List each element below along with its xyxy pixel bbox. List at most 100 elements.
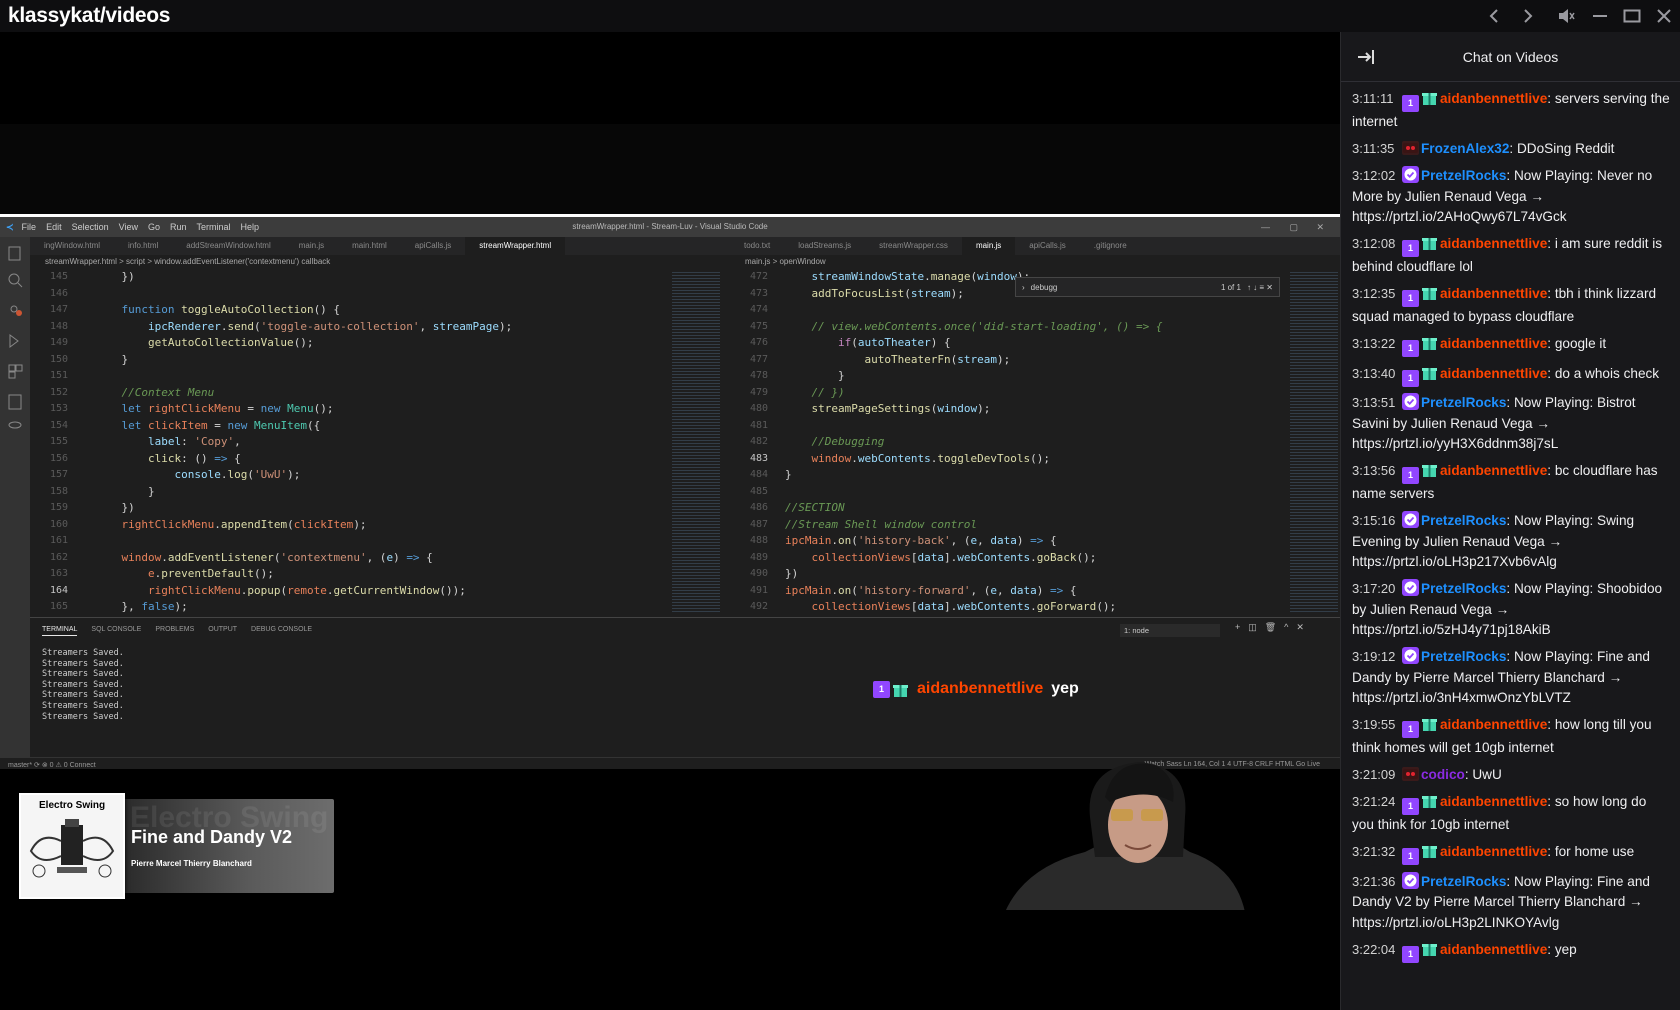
find-query: debugg [1030, 282, 1058, 292]
chat-username[interactable]: aidanbennettlive [1440, 844, 1547, 859]
left-editor-tabs: ingWindow.html info.html addStreamWindow… [30, 237, 730, 255]
editor-tab: apiCalls.js [1029, 241, 1066, 250]
subscriber-badge-icon: 1 [1402, 290, 1419, 307]
chat-text: : for home use [1547, 844, 1635, 859]
collapse-chat-icon[interactable] [1355, 46, 1377, 68]
tab-debug-console: DEBUG CONSOLE [251, 626, 313, 633]
chat-username[interactable]: aidanbennettlive [1440, 236, 1547, 251]
chat-message: 3:13:56 1 aidanbennettlive: bc cloudflare … [1352, 461, 1670, 505]
editor-tab: info.html [128, 241, 159, 250]
menu-go: Go [147, 222, 160, 232]
forward-icon[interactable] [1512, 0, 1544, 32]
chat-username[interactable]: PretzelRocks [1421, 581, 1506, 596]
gift-badge-icon [1422, 943, 1437, 956]
gift-badge-icon [1422, 288, 1437, 300]
chat-username[interactable]: aidanbennettlive [1440, 286, 1547, 301]
menu-run: Run [169, 222, 187, 232]
chat-username[interactable]: aidanbennettlive [1440, 336, 1547, 351]
editor-tab: todo.txt [744, 241, 771, 250]
menu-help: Help [240, 222, 260, 232]
chat-text: : DDoSing Reddit [1509, 141, 1615, 156]
chat-timestamp: 3:12:35 [1352, 286, 1396, 301]
webcam-feed [1005, 762, 1245, 912]
chat-username[interactable]: PretzelRocks [1421, 874, 1506, 889]
tab-output: OUTPUT [208, 626, 238, 633]
album-art: Electro Swing [19, 793, 125, 899]
editor-tab-active: main.js [961, 237, 1016, 255]
chat-username[interactable]: FrozenAlex32 [1421, 141, 1509, 156]
title-bar: klassykat/videos [0, 0, 1680, 32]
gift-badge-icon [1422, 796, 1437, 808]
chat-username[interactable]: PretzelRocks [1421, 395, 1506, 410]
chat-username[interactable]: PretzelRocks [1421, 168, 1506, 183]
vscode-close-icon: ✕ [1316, 221, 1324, 232]
chat-timestamp: 3:19:55 [1352, 717, 1396, 732]
menu-view: View [118, 222, 138, 232]
editor-tab: main.js [298, 241, 325, 250]
chat-username[interactable]: PretzelRocks [1421, 649, 1506, 664]
chat-header: Chat on Videos [1341, 32, 1680, 82]
right-breadcrumb: main.js > openWindow [745, 257, 826, 266]
chat-message: 3:13:40 1 aidanbennettlive: do a whois che… [1352, 364, 1670, 387]
terminal-line: Streamers Saved. [42, 711, 124, 722]
chat-timestamp: 3:15:16 [1352, 513, 1396, 528]
chat-timestamp: 3:22:04 [1352, 941, 1396, 957]
vscode-minimize-icon: — [1261, 222, 1270, 232]
chat-timestamp: 3:12:08 [1352, 236, 1396, 251]
editor-tab: apiCalls.js [414, 241, 452, 250]
chat-username[interactable]: codico [1421, 767, 1465, 782]
video-letterbox-bottom [0, 910, 1340, 1010]
chat-timestamp: 3:21:32 [1352, 844, 1396, 859]
right-editor-tabs: todo.txt loadStreams.js streamWrapper.cs… [730, 237, 1340, 255]
left-minimap [672, 272, 720, 612]
close-icon[interactable] [1648, 0, 1680, 32]
gift-badge-icon [1422, 338, 1437, 350]
chat-message-list[interactable]: 3:11:11 1 aidanbennettlive: servers servin… [1341, 82, 1680, 963]
status-left: master* ⟳ ⊗ 0 ⚠ 0 Connect [8, 761, 96, 769]
subscriber-badge-icon: 1 [1402, 95, 1419, 112]
chat-message: 3:12:35 1 aidanbennettlive: tbh i think li… [1352, 284, 1670, 328]
chat-message: 3:17:20 PretzelRocks: Now Playing: Shoobi… [1352, 579, 1670, 641]
subscriber-badge-icon: 1 [1402, 340, 1419, 357]
subscriber-badge-icon: 1 [1402, 369, 1419, 387]
channel-badge-icon [1402, 767, 1419, 781]
mute-icon[interactable] [1550, 0, 1582, 32]
tab-sql-console: SQL CONSOLE [91, 626, 142, 633]
minimize-icon[interactable] [1584, 0, 1616, 32]
video-player[interactable]: ≺ File Edit Selection View Go Run Termin… [0, 32, 1340, 1010]
stream-chat-overlay: 1 aidanbennettlive yep [873, 680, 1079, 698]
verified-badge-icon [1402, 511, 1419, 528]
chat-message: 3:11:35 FrozenAlex32: DDoSing Reddit [1352, 139, 1670, 160]
left-code-editor: }) function toggleAutoCollection() { ipc… [121, 270, 513, 613]
chat-username[interactable]: aidanbennettlive [1440, 942, 1547, 957]
terminal-line: Streamers Saved. [42, 648, 124, 658]
verified-badge-icon [1402, 393, 1419, 410]
chat-username[interactable]: aidanbennettlive [1440, 717, 1547, 732]
back-icon[interactable] [1478, 0, 1510, 32]
tab-terminal: TERMINAL [42, 626, 78, 636]
now-playing-title: Fine and Dandy V2 [131, 827, 293, 847]
find-widget: › debugg 1 of 1 ↑ ↓ ≡ ✕ [1015, 277, 1280, 297]
chat-panel: Chat on Videos 3:11:11 1 aidanbennettlive:… [1340, 32, 1680, 1010]
gift-badge-icon [893, 684, 908, 697]
chat-username[interactable]: aidanbennettlive [1440, 91, 1547, 106]
chat-username[interactable]: PretzelRocks [1421, 513, 1506, 528]
chat-timestamp: 3:19:12 [1352, 649, 1396, 664]
editor-tab: loadStreams.js [798, 241, 852, 250]
terminal-select: 1: node [1120, 624, 1220, 637]
chat-username[interactable]: aidanbennettlive [1440, 366, 1547, 381]
verified-badge-icon [1402, 871, 1419, 889]
editor-tab: ingWindow.html [44, 241, 101, 250]
maximize-icon[interactable] [1616, 0, 1648, 32]
subscriber-badge-icon: 1 [1402, 945, 1419, 963]
gift-badge-icon [1422, 719, 1437, 731]
chat-timestamp: 3:17:20 [1352, 581, 1396, 596]
chat-username[interactable]: aidanbennettlive [1440, 794, 1547, 809]
right-line-numbers: 472 473 474 475 476 477 478 479 480 481 … [749, 271, 768, 629]
subscriber-badge-icon: 1 [1402, 467, 1419, 484]
chat-username[interactable]: aidanbennettlive [1440, 463, 1547, 478]
chat-timestamp: 3:13:40 [1352, 365, 1396, 381]
chat-text: : UwU [1464, 767, 1502, 782]
chat-timestamp: 3:11:11 [1352, 91, 1394, 106]
vscode-activity-bar [0, 237, 30, 757]
